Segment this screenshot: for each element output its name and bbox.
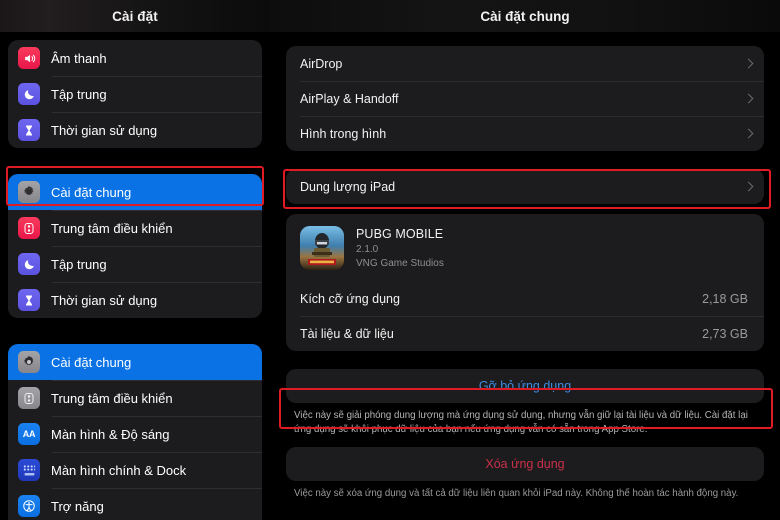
row-airplay-handoff[interactable]: AirPlay & Handoff bbox=[286, 81, 764, 116]
main-scroll-area[interactable]: AirDrop AirPlay & Handoff Hình trong hìn… bbox=[270, 32, 780, 501]
page-title: Cài đặt chung bbox=[480, 8, 570, 24]
sidebar-item-label: Trợ năng bbox=[51, 498, 104, 514]
sidebar-item-label: Tập trung bbox=[51, 86, 107, 102]
main-header: Cài đặt chung bbox=[270, 0, 780, 32]
sidebar-item-tro-nang[interactable]: Trợ năng bbox=[8, 488, 262, 520]
hourglass-icon bbox=[18, 289, 40, 311]
row-airdrop[interactable]: AirDrop bbox=[286, 46, 764, 81]
sidebar-item-label: Cài đặt chung bbox=[51, 354, 132, 370]
row-label: Kích cỡ ứng dụng bbox=[300, 291, 400, 306]
sidebar-item-cai-dat-chung[interactable]: Cài đặt chung bbox=[8, 344, 262, 380]
sidebar-item-tap-trung-ghost[interactable]: Tập trung bbox=[8, 246, 262, 282]
app-version: 2.1.0 bbox=[356, 244, 379, 255]
row-label: Tài liệu & dữ liệu bbox=[300, 326, 394, 341]
app-developer: VNG Game Studios bbox=[356, 258, 444, 269]
chevron-right-icon bbox=[743, 93, 754, 104]
sidebar-item-label: Thời gian sử dụng bbox=[51, 122, 158, 138]
ipad-storage-card: Dung lượng iPad bbox=[286, 169, 764, 204]
gear-icon bbox=[18, 351, 40, 373]
sidebar-item-am-thanh[interactable]: Âm thanh bbox=[8, 40, 262, 76]
ipad-settings-screen: Cài đặt Âm thanh Tập trung Thời gian sử … bbox=[0, 0, 780, 520]
sidebar-group-top: Âm thanh Tập trung Thời gian sử dụng bbox=[8, 40, 262, 148]
speaker-icon bbox=[18, 47, 40, 69]
home-screen-icon bbox=[18, 459, 40, 481]
row-label: Dung lượng iPad bbox=[300, 179, 396, 194]
sidebar-item-label: Màn hình chính & Dock bbox=[51, 462, 187, 478]
sidebar-item-cai-dat-chung-ghost[interactable]: Cài đặt chung bbox=[8, 174, 262, 210]
chevron-right-icon bbox=[743, 128, 754, 139]
sidebar-title: Cài đặt bbox=[112, 8, 158, 24]
moon-icon bbox=[18, 253, 40, 275]
row-label: Hình trong hình bbox=[300, 126, 387, 141]
sidebar-item-man-hinh-chinh-dock[interactable]: Màn hình chính & Dock bbox=[8, 452, 262, 488]
app-summary-row[interactable]: PUBG MOBILE 2.1.0 VNG Game Studios bbox=[286, 214, 764, 281]
row-dung-luong-ipad[interactable]: Dung lượng iPad bbox=[286, 169, 764, 204]
aa-text-icon: AA bbox=[18, 423, 40, 445]
chevron-right-icon bbox=[743, 58, 754, 69]
sidebar-item-trung-tam-dieu-khien-ghost[interactable]: Trung tâm điều khiển bbox=[8, 210, 262, 246]
sidebar-item-label: Âm thanh bbox=[51, 50, 107, 66]
sidebar-scroll-area[interactable]: Âm thanh Tập trung Thời gian sử dụng Cài… bbox=[0, 32, 270, 520]
row-app-size: Kích cỡ ứng dụng 2,18 GB bbox=[286, 281, 764, 316]
sidebar-item-label: Trung tâm điều khiển bbox=[51, 220, 173, 236]
sidebar-header: Cài đặt bbox=[0, 0, 270, 32]
delete-app-button[interactable]: Xóa ứng dụng bbox=[286, 447, 764, 482]
offload-description: Việc này sẽ giải phóng dung lượng mà ứng… bbox=[294, 410, 748, 436]
offload-app-button[interactable]: Gỡ bỏ ứng dụng bbox=[286, 369, 764, 403]
switches-icon bbox=[18, 217, 40, 239]
moon-icon bbox=[18, 83, 40, 105]
row-documents-data: Tài liệu & dữ liệu 2,73 GB bbox=[286, 316, 764, 351]
row-picture-in-picture[interactable]: Hình trong hình bbox=[286, 116, 764, 151]
app-info-card: PUBG MOBILE 2.1.0 VNG Game Studios Kích … bbox=[286, 214, 764, 351]
offload-app-label: Gỡ bỏ ứng dụng bbox=[478, 379, 572, 393]
sidebar-item-thoi-gian-su-dung-1[interactable]: Thời gian sử dụng bbox=[8, 112, 262, 148]
sidebar-item-label: Cài đặt chung bbox=[51, 184, 132, 200]
settings-sidebar: Cài đặt Âm thanh Tập trung Thời gian sử … bbox=[0, 0, 270, 520]
switches-icon bbox=[18, 387, 40, 409]
sidebar-item-thoi-gian-su-dung-ghost[interactable]: Thời gian sử dụng bbox=[8, 282, 262, 318]
accessibility-icon bbox=[18, 495, 40, 517]
sidebar-group-bottom: Cài đặt chung Trung tâm điều khiển AA Mà… bbox=[8, 344, 262, 520]
row-value: 2,73 GB bbox=[702, 326, 748, 341]
sidebar-item-label: Tập trung bbox=[51, 256, 107, 272]
row-label: AirDrop bbox=[300, 56, 343, 71]
row-value: 2,18 GB bbox=[702, 291, 748, 306]
sidebar-item-label: Màn hình & Độ sáng bbox=[51, 426, 170, 442]
sidebar-item-label: Trung tâm điều khiển bbox=[51, 390, 173, 406]
row-label: AirPlay & Handoff bbox=[300, 91, 399, 106]
sidebar-item-label: Thời gian sử dụng bbox=[51, 292, 158, 308]
delete-description: Việc này sẽ xóa ứng dụng và tất cả dữ li… bbox=[294, 488, 739, 500]
chevron-right-icon bbox=[743, 181, 754, 192]
app-meta: PUBG MOBILE 2.1.0 VNG Game Studios bbox=[356, 227, 444, 269]
sidebar-item-trung-tam-dieu-khien[interactable]: Trung tâm điều khiển bbox=[8, 380, 262, 416]
delete-app-label: Xóa ứng dụng bbox=[485, 457, 565, 472]
general-settings-panel: Cài đặt chung AirDrop AirPlay & Handoff … bbox=[270, 0, 780, 520]
sidebar-item-tap-trung-1[interactable]: Tập trung bbox=[8, 76, 262, 112]
sidebar-item-man-hinh-do-sang[interactable]: AA Màn hình & Độ sáng bbox=[8, 416, 262, 452]
sidebar-group-ghost: Cài đặt chung Trung tâm điều khiển Tập t… bbox=[8, 174, 262, 318]
app-name: PUBG MOBILE bbox=[356, 227, 444, 241]
gear-icon bbox=[18, 181, 40, 203]
pubg-mobile-app-icon bbox=[300, 226, 344, 270]
hourglass-icon bbox=[18, 119, 40, 141]
general-options-card: AirDrop AirPlay & Handoff Hình trong hìn… bbox=[286, 46, 764, 151]
